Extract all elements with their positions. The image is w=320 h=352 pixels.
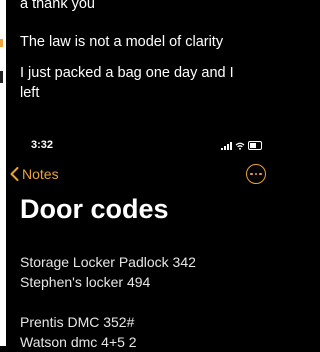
note-body[interactable]: Storage Locker Padlock 342 Stephen's loc… xyxy=(20,252,266,352)
status-icons xyxy=(221,141,262,150)
cellular-signal-icon xyxy=(221,141,232,150)
background-note-line: a thank you xyxy=(20,0,95,12)
note-line: Stephen's locker 494 xyxy=(20,274,151,290)
battery-icon xyxy=(248,141,262,150)
background-note-line: I just packed a bag one day and I xyxy=(20,65,234,81)
back-button[interactable]: Notes xyxy=(10,166,59,182)
edge-accent-mark xyxy=(0,39,3,47)
wifi-icon xyxy=(235,142,245,150)
note-line: Prentis DMC 352# xyxy=(20,314,135,330)
note-line: Storage Locker Padlock 342 xyxy=(20,254,196,270)
note-blank-line xyxy=(20,292,266,312)
chevron-left-icon xyxy=(10,167,19,181)
navigation-bar: Notes xyxy=(0,164,268,188)
note-title: Door codes xyxy=(20,194,169,224)
edge-dark-mark xyxy=(0,71,3,83)
back-button-label: Notes xyxy=(22,166,59,182)
status-time: 3:32 xyxy=(31,139,54,151)
background-note-line: left xyxy=(20,85,40,101)
ellipsis-circle-icon[interactable] xyxy=(246,164,266,184)
note-line: Watson dmc 4+5 2 xyxy=(20,334,137,350)
status-bar: 3:32 xyxy=(0,135,268,155)
background-note-line: The law is not a model of clarity xyxy=(20,34,224,50)
